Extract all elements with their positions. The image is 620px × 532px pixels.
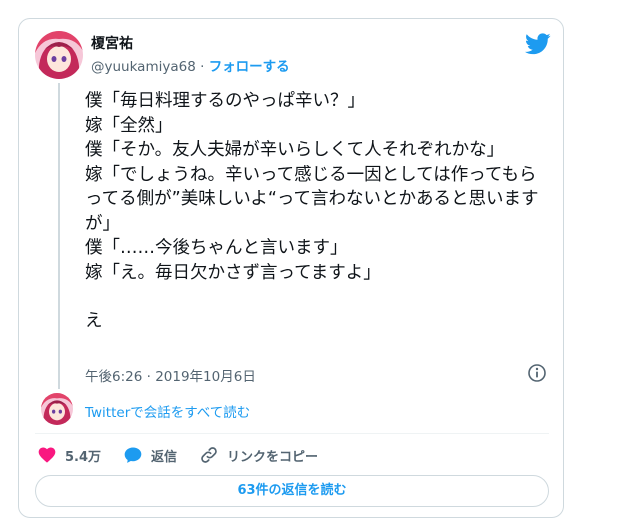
- reply-label: 返信: [151, 449, 178, 465]
- tweet-timestamp[interactable]: 午後6:26 · 2019年10月6日: [85, 365, 256, 385]
- read-replies-button[interactable]: 63件の返信を読む: [35, 475, 549, 507]
- tweet-line: 僕「……今後ちゃんと言います」: [85, 238, 348, 258]
- like-button[interactable]: 5.4万: [37, 445, 101, 465]
- tweet-line: 嫁「全然」: [85, 115, 173, 136]
- tweet-line: え: [85, 311, 103, 331]
- author-handle[interactable]: @yuukamiya68: [91, 59, 196, 75]
- follow-button[interactable]: フォローする: [209, 59, 290, 75]
- author-handle-row: @yuukamiya68 · フォローする: [91, 55, 290, 75]
- copy-link-button[interactable]: リンクをコピー: [199, 445, 318, 465]
- like-count: 5.4万: [65, 449, 102, 465]
- tweet-line: 嫁「え。毎日欠かさず言ってますよ」: [85, 262, 381, 283]
- read-conversation-link[interactable]: Twitterで会話をすべて読む: [85, 401, 250, 421]
- tweet-line: 僕「そか。友人夫婦が辛いらしくて人それぞれかな」: [85, 140, 505, 160]
- author-avatar[interactable]: [35, 31, 83, 79]
- info-icon[interactable]: [527, 363, 547, 383]
- handle-separator: ·: [200, 59, 205, 75]
- copy-link-label: リンクをコピー: [227, 449, 319, 465]
- tweet-card: 榎宮祐 @yuukamiya68 · フォローする 僕「毎日料理するのやっぱ辛い…: [18, 18, 564, 518]
- heart-icon: [38, 447, 56, 463]
- thread-avatar[interactable]: [41, 393, 73, 425]
- tweet-line: 嫁「でしょうね。辛いって感じる一因としては作ってもらってる側が”美味しいよ“って…: [85, 164, 539, 234]
- divider: [35, 433, 549, 434]
- thread-line: [58, 83, 60, 389]
- reply-bubble-icon: [124, 447, 142, 463]
- tweet-body: 僕「毎日料理するのやっぱ辛い？」 嫁「全然」 僕「そか。友人夫婦が辛いらしくて人…: [85, 89, 553, 334]
- reply-button[interactable]: 返信: [123, 445, 177, 465]
- twitter-bird-icon[interactable]: [525, 33, 551, 55]
- action-bar: 5.4万 返信 リンクをコピー: [37, 443, 340, 467]
- author-name[interactable]: 榎宮祐: [91, 33, 133, 53]
- tweet-line: 僕「毎日料理するのやっぱ辛い？」: [85, 91, 365, 111]
- link-icon: [201, 447, 217, 463]
